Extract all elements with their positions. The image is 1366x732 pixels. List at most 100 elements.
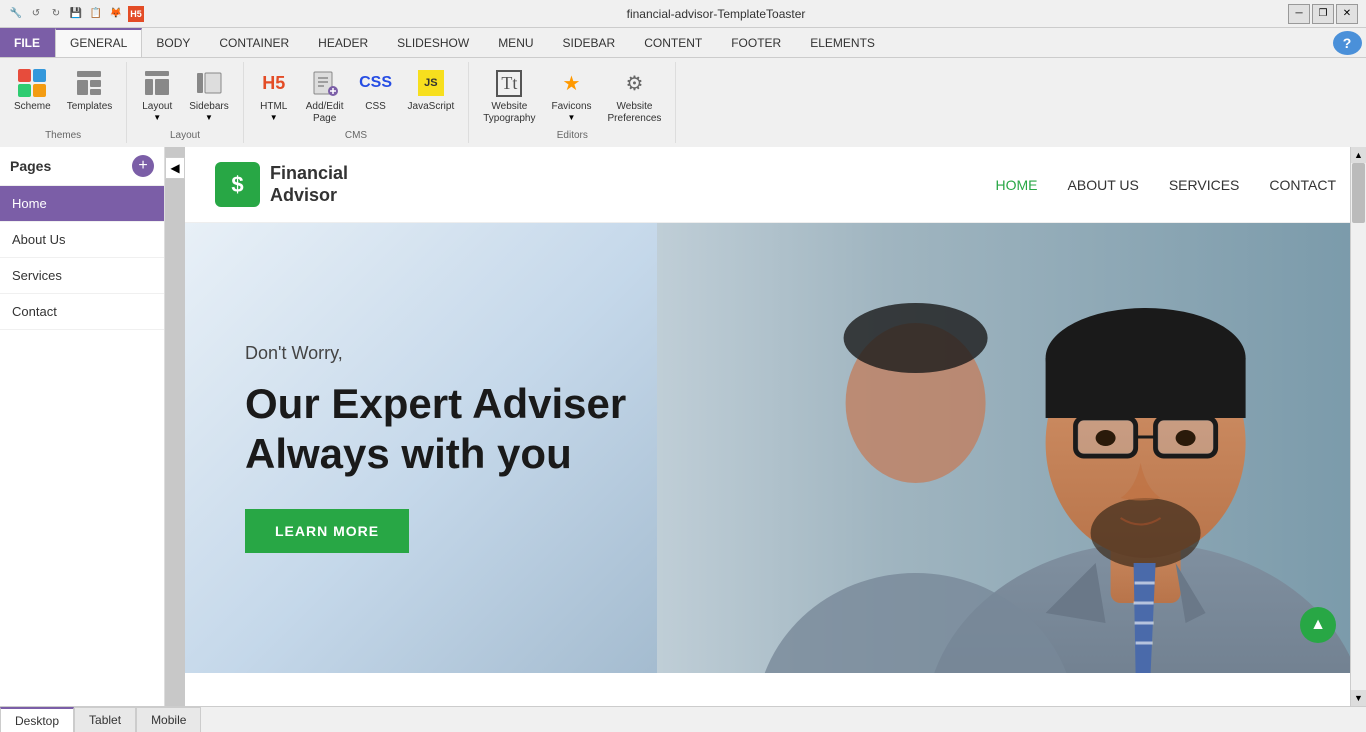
desktop-view-button[interactable]: Desktop — [0, 707, 74, 732]
scroll-down-arrow[interactable]: ▼ — [1351, 690, 1366, 706]
sidebar-title: Pages — [10, 158, 51, 174]
tab-menu[interactable]: MENU — [484, 28, 548, 57]
html5-icon: H5 — [258, 67, 290, 99]
tab-slideshow[interactable]: SLIDESHOW — [383, 28, 484, 57]
tab-sidebar[interactable]: SIDEBAR — [549, 28, 631, 57]
pages-sidebar: Pages + Home About Us Services Contact — [0, 147, 165, 706]
scroll-up-arrow[interactable]: ▲ — [1351, 147, 1366, 163]
scroll-track — [1351, 163, 1366, 690]
cms-items: H5 HTML ▼ Add/EditPage — [252, 64, 461, 128]
ribbon-group-themes: Scheme Templates Themes — [0, 62, 127, 143]
close-button[interactable]: ✕ — [1336, 4, 1358, 24]
nav-services[interactable]: SERVICES — [1169, 177, 1240, 193]
sidebars-icon — [193, 67, 225, 99]
scroll-up-button[interactable]: ▲ — [1300, 607, 1336, 643]
layout-icon — [141, 67, 173, 99]
tab-content[interactable]: CONTENT — [630, 28, 717, 57]
page-item-home[interactable]: Home — [0, 186, 164, 222]
html-label: HTML — [260, 101, 287, 113]
site-preview: $ FinancialAdvisor HOME ABOUT US SERVICE… — [185, 147, 1366, 706]
html-button[interactable]: H5 HTML ▼ — [252, 64, 296, 125]
themes-group-label: Themes — [45, 130, 81, 141]
editors-items: Tt WebsiteTypography ★ Favicons ▼ ⚙ Webs… — [477, 64, 667, 128]
addedit-button[interactable]: Add/EditPage — [300, 64, 350, 128]
tab-body[interactable]: BODY — [142, 28, 205, 57]
favicons-button[interactable]: ★ Favicons ▼ — [546, 64, 598, 125]
main-area: Pages + Home About Us Services Contact ◀… — [0, 147, 1366, 706]
tab-file[interactable]: FILE — [0, 28, 55, 57]
tab-elements[interactable]: ELEMENTS — [796, 28, 890, 57]
mobile-view-button[interactable]: Mobile — [136, 707, 201, 732]
javascript-label: JavaScript — [408, 101, 455, 113]
preferences-button[interactable]: ⚙ WebsitePreferences — [602, 64, 668, 128]
app-icon-1: 🔧 — [8, 6, 24, 22]
pages-list: Home About Us Services Contact — [0, 186, 164, 706]
page-item-contact[interactable]: Contact — [0, 294, 164, 330]
css-label: CSS — [365, 101, 386, 113]
ribbon-body: Scheme Templates Themes — [0, 58, 1366, 147]
sidebars-label: Sidebars — [189, 101, 228, 113]
javascript-button[interactable]: JS JavaScript — [402, 64, 461, 116]
preferences-label: WebsitePreferences — [608, 101, 662, 125]
page-item-services[interactable]: Services — [0, 258, 164, 294]
favicons-icon: ★ — [556, 67, 588, 99]
app-icon-6: 🦊 — [108, 6, 124, 22]
templates-icon — [73, 67, 105, 99]
js-icon: JS — [415, 67, 447, 99]
sidebars-button[interactable]: Sidebars ▼ — [183, 64, 234, 125]
layout-button[interactable]: Layout ▼ — [135, 64, 179, 125]
tab-help[interactable]: ? — [1333, 31, 1362, 55]
ribbon-group-editors: Tt WebsiteTypography ★ Favicons ▼ ⚙ Webs… — [469, 62, 676, 143]
templates-button[interactable]: Templates — [61, 64, 119, 116]
nav-contact[interactable]: CONTACT — [1269, 177, 1336, 193]
window-controls[interactable]: ─ ❐ ✕ — [1288, 4, 1358, 24]
typography-icon: Tt — [493, 67, 525, 99]
layout-label: Layout — [142, 101, 172, 113]
ribbon-group-layout: Layout ▼ Sidebars ▼ Layout — [127, 62, 243, 143]
view-switcher: Desktop Tablet Mobile — [0, 706, 1366, 732]
app-icon-7: H5 — [128, 6, 144, 22]
vertical-scrollbar[interactable]: ▲ ▼ — [1350, 147, 1366, 706]
tab-footer[interactable]: FOOTER — [717, 28, 796, 57]
typography-button[interactable]: Tt WebsiteTypography — [477, 64, 541, 128]
add-page-button[interactable]: + — [132, 155, 154, 177]
site-header: $ FinancialAdvisor HOME ABOUT US SERVICE… — [185, 147, 1366, 223]
logo-icon: $ — [215, 162, 260, 207]
hero-section: Don't Worry, Our Expert AdviserAlways wi… — [185, 223, 1366, 673]
addedit-label: Add/EditPage — [306, 101, 344, 125]
app-icon-4: 💾 — [68, 6, 84, 22]
page-item-about[interactable]: About Us — [0, 222, 164, 258]
hero-title: Our Expert AdviserAlways with you — [245, 379, 716, 480]
gear-icon: ⚙ — [618, 67, 650, 99]
tab-general[interactable]: GENERAL — [55, 28, 142, 57]
typography-label: WebsiteTypography — [483, 101, 535, 125]
nav-about[interactable]: ABOUT US — [1068, 177, 1139, 193]
scheme-label: Scheme — [14, 101, 51, 113]
sidebar-header: Pages + — [0, 147, 164, 186]
collapse-sidebar-button[interactable]: ◀ — [165, 157, 185, 179]
hero-subtitle: Don't Worry, — [245, 343, 716, 364]
scroll-thumb[interactable] — [1352, 163, 1365, 223]
site-nav: HOME ABOUT US SERVICES CONTACT — [996, 177, 1336, 193]
cms-group-label: CMS — [345, 130, 367, 141]
app-icon-2: ↺ — [28, 6, 44, 22]
tablet-view-button[interactable]: Tablet — [74, 707, 136, 732]
ribbon-tabs: FILE GENERAL BODY CONTAINER HEADER SLIDE… — [0, 28, 1366, 58]
window-title: financial-advisor-TemplateToaster — [144, 7, 1288, 21]
minimize-button[interactable]: ─ — [1288, 4, 1310, 24]
logo-text: FinancialAdvisor — [270, 163, 348, 206]
favicons-label: Favicons — [552, 101, 592, 113]
ribbon-group-cms: H5 HTML ▼ Add/EditPage — [244, 62, 470, 143]
layout-group-label: Layout — [170, 130, 200, 141]
nav-home[interactable]: HOME — [996, 177, 1038, 193]
title-bar-icons: 🔧 ↺ ↻ 💾 📋 🦊 H5 — [8, 6, 144, 22]
addedit-icon — [309, 67, 341, 99]
tab-container[interactable]: CONTAINER — [205, 28, 304, 57]
tab-header[interactable]: HEADER — [304, 28, 383, 57]
scheme-button[interactable]: Scheme — [8, 64, 57, 116]
app-icon-5: 📋 — [88, 6, 104, 22]
restore-button[interactable]: ❐ — [1312, 4, 1334, 24]
templates-label: Templates — [67, 101, 113, 113]
css-button[interactable]: CSS CSS — [354, 64, 398, 116]
learn-more-button[interactable]: LEARN MORE — [245, 509, 409, 553]
